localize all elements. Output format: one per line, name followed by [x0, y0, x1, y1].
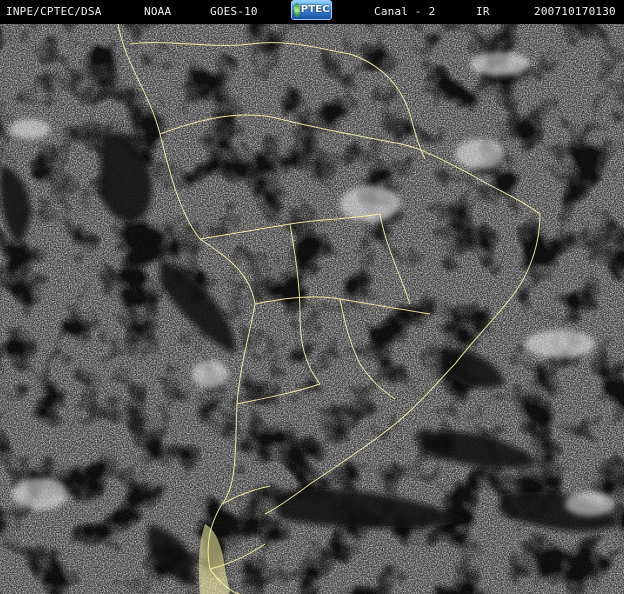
- cptec-logo: CPTEC: [291, 0, 332, 20]
- header-agency: NOAA: [144, 5, 172, 18]
- header-satellite: GOES-10: [210, 5, 258, 18]
- header-timestamp: 200710170130: [534, 5, 616, 18]
- satellite-imagery-canvas: [0, 24, 624, 594]
- satellite-image: [0, 24, 624, 594]
- header-channel: Canal - 2: [374, 5, 436, 18]
- header-organization: INPE/CPTEC/DSA: [6, 5, 102, 18]
- header-band: IR: [476, 5, 490, 18]
- logo-leaf-icon: [294, 3, 300, 17]
- image-header-bar: INPE/CPTEC/DSA NOAA GOES-10 CPTEC Canal …: [0, 0, 624, 24]
